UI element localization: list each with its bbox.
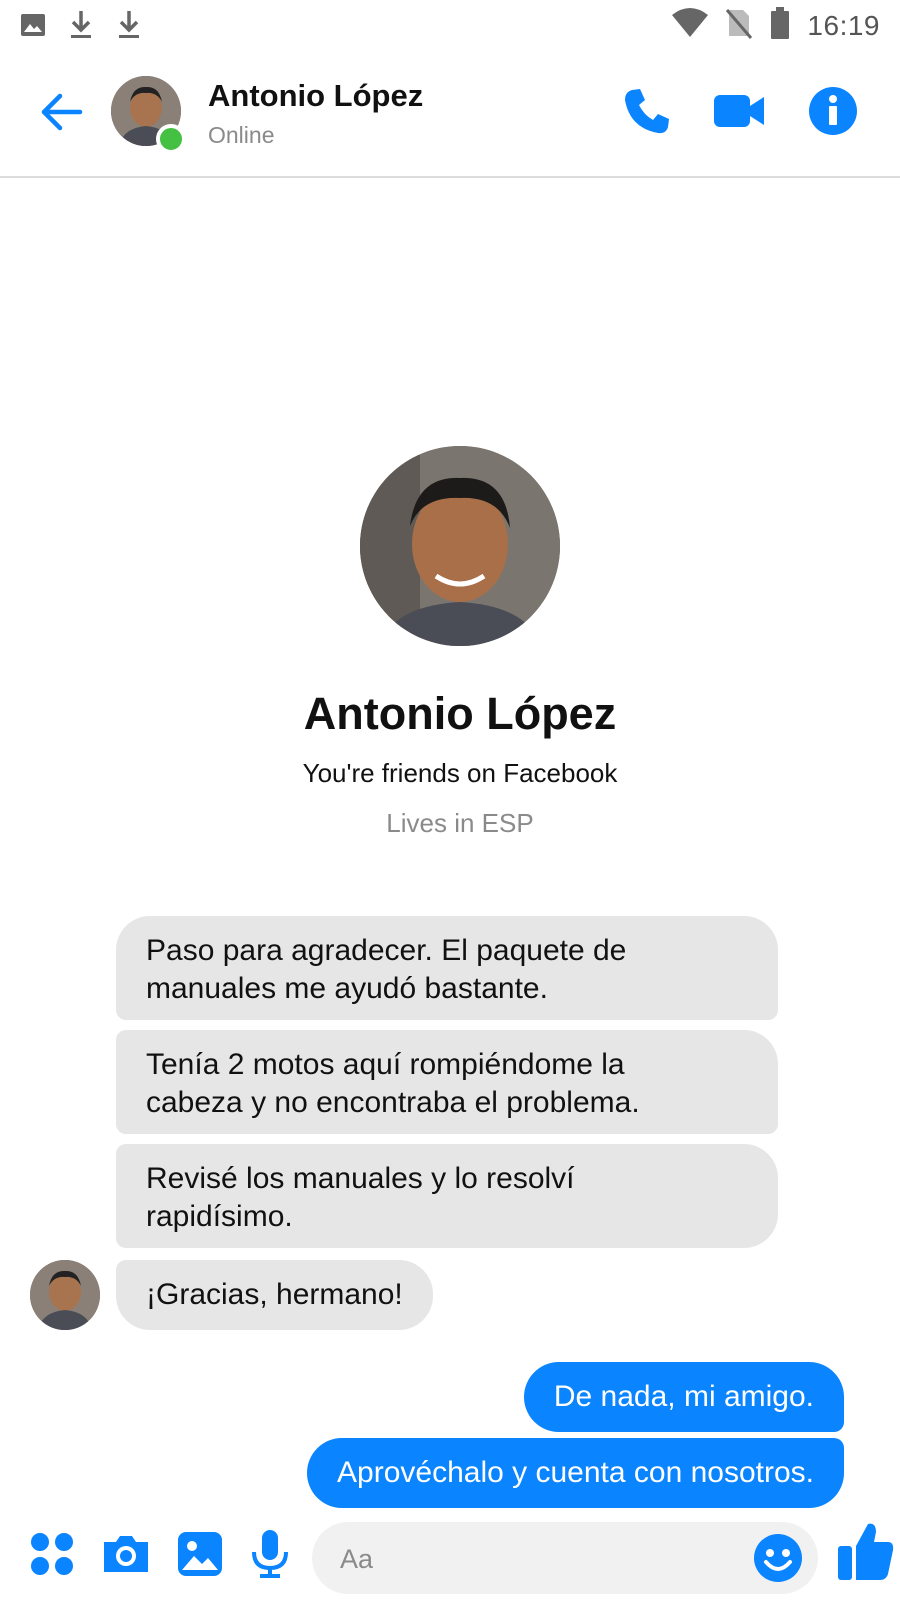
message-text: De nada, mi amigo. bbox=[553, 1380, 814, 1413]
camera-icon bbox=[104, 1536, 148, 1572]
apps-icon bbox=[31, 1533, 73, 1575]
message-text: Revisé los manuales y lo resolví bbox=[146, 1162, 575, 1195]
back-arrow-icon bbox=[41, 93, 83, 131]
download-icon bbox=[114, 8, 144, 47]
contact-name[interactable]: Antonio López bbox=[208, 78, 423, 114]
message-input-container bbox=[312, 1522, 818, 1594]
message-sender-avatar[interactable] bbox=[30, 1260, 100, 1330]
download-icon bbox=[66, 8, 96, 47]
voice-button[interactable] bbox=[244, 1528, 296, 1580]
location-info: Lives in ESP bbox=[386, 808, 534, 838]
video-call-button[interactable] bbox=[712, 84, 766, 138]
thumbs-up-icon bbox=[838, 1523, 894, 1580]
phone-icon bbox=[625, 89, 669, 134]
profile-name: Antonio López bbox=[303, 688, 617, 739]
emoji-icon bbox=[754, 1534, 802, 1582]
status-time: 16:19 bbox=[807, 9, 880, 41]
emoji-button[interactable] bbox=[752, 1532, 804, 1584]
back-button[interactable] bbox=[36, 86, 88, 138]
wifi-icon bbox=[671, 7, 709, 44]
call-button[interactable] bbox=[620, 84, 674, 138]
camera-button[interactable] bbox=[100, 1528, 152, 1580]
outgoing-message[interactable]: De nada, mi amigo. bbox=[523, 1362, 844, 1432]
microphone-icon bbox=[252, 1530, 288, 1578]
message-input[interactable] bbox=[338, 1538, 722, 1580]
incoming-message[interactable]: Revisé los manuales y lo resolví rapidís… bbox=[116, 1144, 778, 1248]
conversation-header: Antonio López Online bbox=[0, 54, 900, 178]
message-text: manuales me ayudó bastante. bbox=[146, 972, 548, 1005]
message-composer bbox=[0, 1510, 900, 1600]
no-sim-icon bbox=[725, 6, 753, 45]
gallery-icon bbox=[178, 1532, 222, 1576]
info-button[interactable] bbox=[806, 84, 860, 138]
friendship-status: You're friends on Facebook bbox=[302, 758, 618, 788]
outgoing-message[interactable]: Aprovéchalo y cuenta con nosotros. bbox=[307, 1438, 844, 1508]
online-indicator bbox=[156, 124, 186, 154]
message-text: Tenía 2 motos aquí rompiéndome la bbox=[146, 1048, 625, 1081]
message-text: Paso para agradecer. El paquete de bbox=[146, 934, 627, 967]
message-text: rapidísimo. bbox=[146, 1200, 293, 1233]
info-icon bbox=[809, 87, 857, 135]
battery-icon bbox=[769, 6, 791, 45]
video-icon bbox=[714, 95, 764, 127]
message-text: ¡Gracias, hermano! bbox=[146, 1278, 403, 1311]
incoming-message[interactable]: ¡Gracias, hermano! bbox=[116, 1260, 433, 1330]
like-button[interactable] bbox=[836, 1520, 896, 1584]
more-actions-button[interactable] bbox=[26, 1528, 78, 1580]
incoming-message[interactable]: Tenía 2 motos aquí rompiéndome la cabeza… bbox=[116, 1030, 778, 1134]
gallery-button[interactable] bbox=[174, 1528, 226, 1580]
message-text: cabeza y no encontraba el problema. bbox=[146, 1086, 640, 1119]
message-text: Aprovéchalo y cuenta con nosotros. bbox=[337, 1456, 814, 1489]
profile-avatar[interactable] bbox=[360, 446, 560, 646]
incoming-message[interactable]: Paso para agradecer. El paquete de manua… bbox=[116, 916, 778, 1020]
contact-status: Online bbox=[208, 122, 275, 148]
status-bar: 16:19 bbox=[0, 0, 900, 50]
image-notification-icon bbox=[18, 10, 48, 45]
